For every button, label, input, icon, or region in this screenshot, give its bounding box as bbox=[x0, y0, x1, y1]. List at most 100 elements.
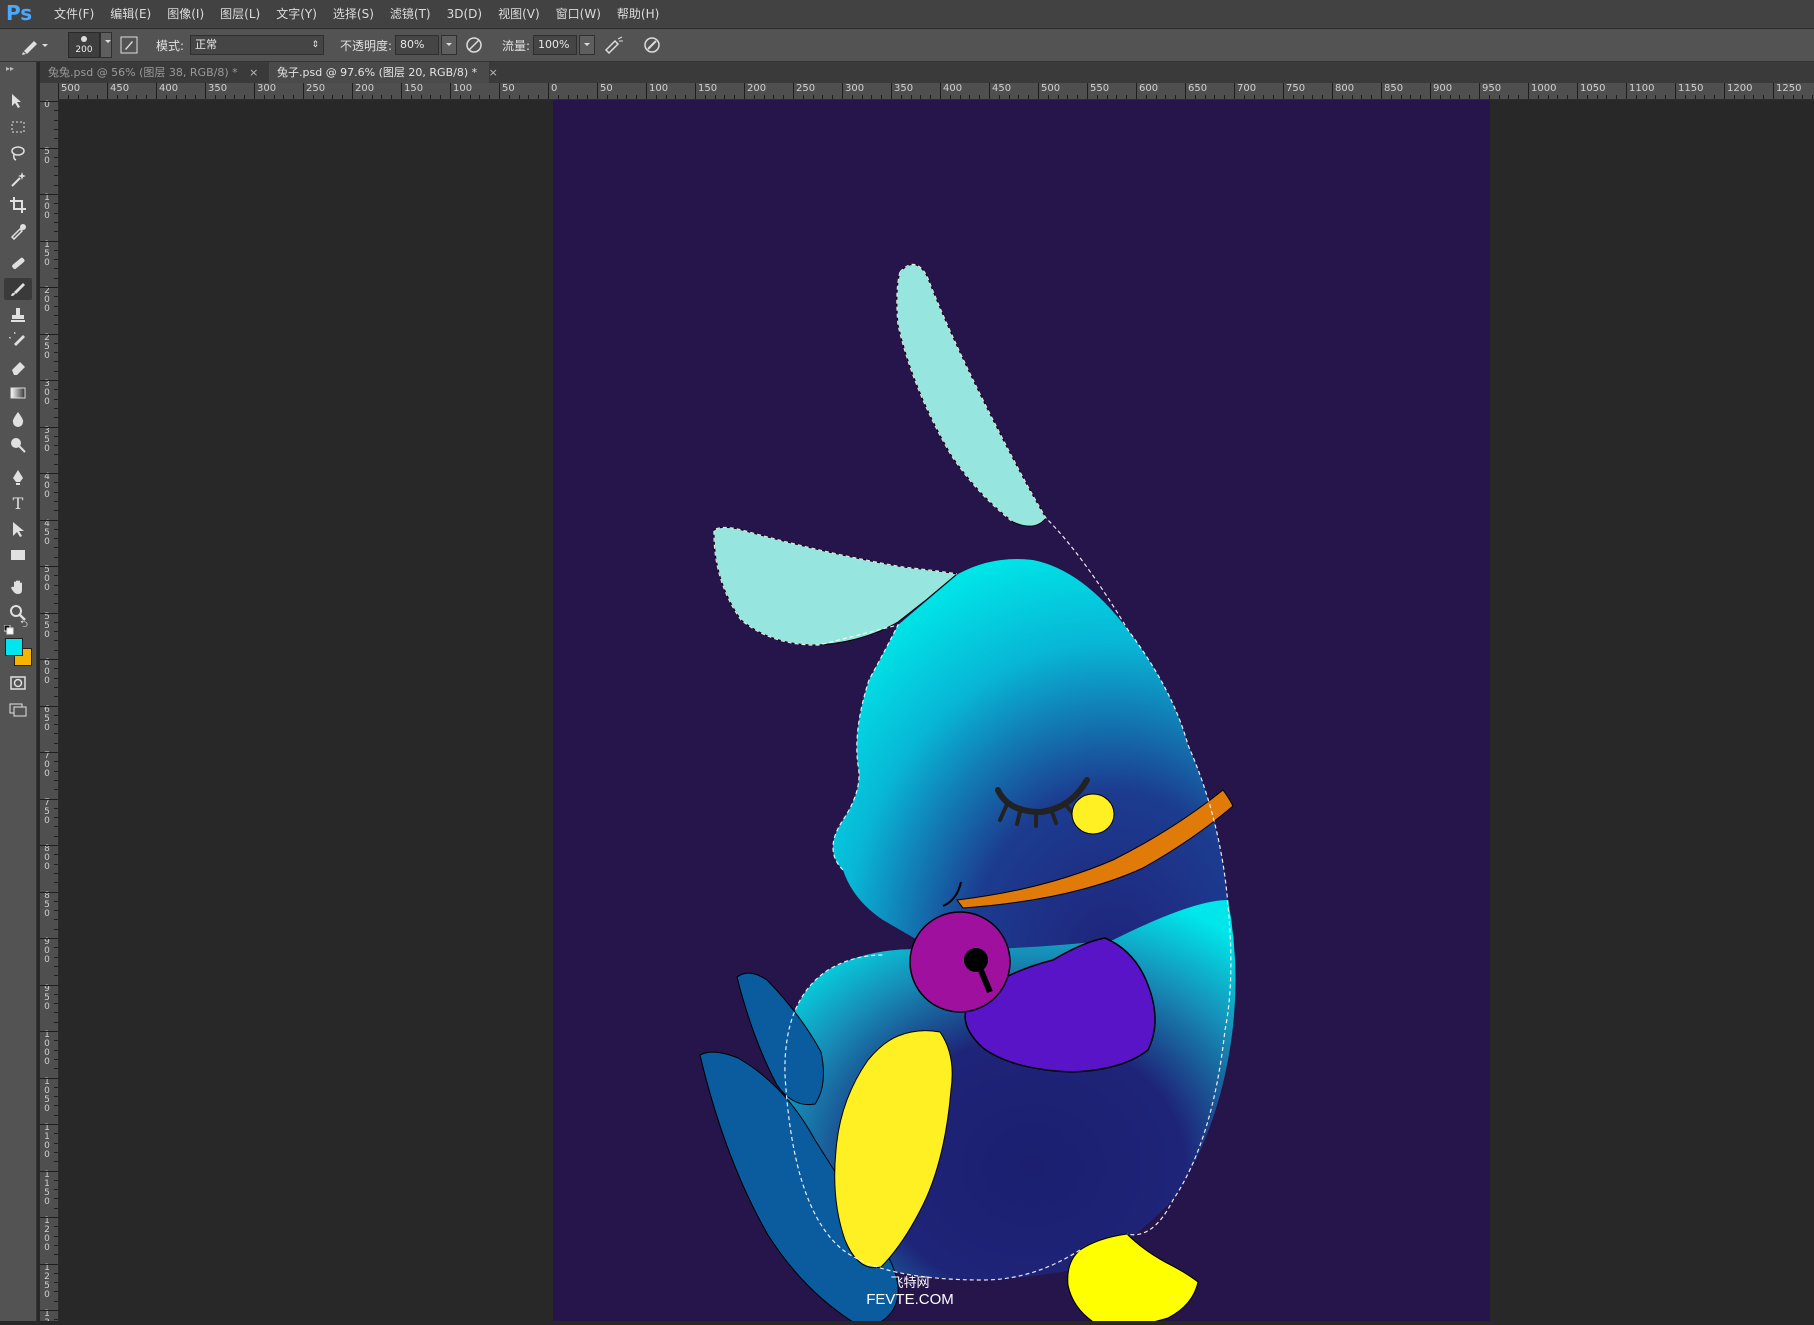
hand-tool-icon[interactable] bbox=[4, 576, 32, 598]
ruler-minor-tick bbox=[812, 95, 814, 99]
lasso-tool-icon[interactable] bbox=[4, 142, 32, 164]
clone-stamp-icon[interactable] bbox=[4, 304, 32, 326]
ruler-minor-tick bbox=[54, 631, 58, 633]
ruler-major-tick bbox=[40, 1170, 58, 1172]
pen-tool-icon[interactable] bbox=[4, 466, 32, 488]
menu-layer[interactable]: 图层(L) bbox=[212, 0, 268, 28]
ruler-minor-tick bbox=[636, 95, 638, 99]
horizontal-ruler[interactable]: 500 450 400 350 300 250 200 150 100 50 0 50 100 150 20… bbox=[58, 83, 1814, 100]
foreground-color-swatch[interactable] bbox=[5, 638, 23, 656]
ruler-label: 150 bbox=[404, 83, 424, 94]
ruler-minor-tick bbox=[322, 95, 324, 99]
ruler-major-tick bbox=[1479, 83, 1480, 99]
ruler-major-tick bbox=[40, 473, 58, 474]
flow-dropdown[interactable] bbox=[579, 35, 596, 55]
ruler-origin[interactable] bbox=[40, 83, 58, 99]
rectangle-tool-icon[interactable] bbox=[4, 544, 32, 566]
quick-mask-icon[interactable] bbox=[4, 672, 32, 694]
ruler-label: 1000 bbox=[44, 1030, 50, 1067]
ruler-minor-tick bbox=[881, 95, 883, 99]
ruler-minor-tick bbox=[54, 1244, 58, 1246]
menu-type[interactable]: 文字(Y) bbox=[268, 0, 325, 28]
ruler-minor-tick bbox=[54, 603, 58, 605]
ruler-minor-tick bbox=[469, 95, 471, 99]
ruler-major-tick bbox=[40, 705, 58, 707]
menu-help[interactable]: 帮助(H) bbox=[609, 0, 667, 28]
healing-brush-icon[interactable] bbox=[4, 252, 32, 274]
ruler-minor-tick bbox=[440, 95, 442, 99]
ruler-minor-tick bbox=[54, 686, 58, 688]
menu-3d[interactable]: 3D(D) bbox=[439, 0, 490, 28]
type-tool-icon[interactable]: T bbox=[4, 492, 32, 514]
menu-filter[interactable]: 滤镜(T) bbox=[382, 0, 439, 28]
path-selection-icon[interactable] bbox=[4, 518, 32, 540]
menu-select[interactable]: 选择(S) bbox=[325, 0, 382, 28]
opacity-label: 不透明度: bbox=[340, 38, 393, 53]
ruler-label: 1250 bbox=[44, 1262, 50, 1300]
dodge-tool-icon[interactable] bbox=[4, 434, 32, 456]
pressure-size-toggle[interactable] bbox=[642, 29, 662, 61]
tab-tuzi-psd[interactable]: 兔子.psd @ 97.6% (图层 20, RGB/8) * × bbox=[269, 62, 498, 83]
ruler-minor-tick bbox=[54, 1151, 58, 1153]
ruler-label: 400 bbox=[943, 83, 963, 94]
ruler-minor-tick bbox=[54, 314, 58, 316]
menu-view[interactable]: 视图(V) bbox=[490, 0, 548, 28]
tool-preset-picker[interactable] bbox=[20, 29, 50, 61]
eyedropper-icon[interactable] bbox=[4, 220, 32, 242]
close-icon[interactable]: × bbox=[249, 66, 258, 79]
mode-label: 模式: bbox=[156, 38, 185, 53]
gradient-tool-icon[interactable] bbox=[4, 382, 32, 404]
eraser-icon[interactable] bbox=[4, 356, 32, 378]
ruler-minor-tick bbox=[54, 1142, 58, 1144]
flow-input[interactable]: 100% bbox=[533, 35, 578, 55]
screen-mode-icon[interactable] bbox=[4, 698, 32, 720]
ruler-minor-tick bbox=[54, 1058, 58, 1060]
ruler-minor-tick bbox=[54, 807, 58, 809]
ruler-label: 800 bbox=[44, 844, 50, 872]
ruler-minor-tick bbox=[87, 95, 89, 99]
panel-collapse-icon[interactable]: ▸▸ bbox=[6, 64, 14, 73]
ruler-minor-tick bbox=[77, 95, 79, 99]
crop-tool-icon[interactable] bbox=[4, 194, 32, 216]
ruler-major-tick bbox=[40, 101, 58, 102]
menu-window[interactable]: 窗口(W) bbox=[548, 0, 609, 28]
opacity-dropdown[interactable] bbox=[441, 35, 458, 55]
document-tabs: 兔兔.psd @ 56% (图层 38, RGB/8) * × 兔子.psd @… bbox=[40, 62, 1814, 83]
menu-edit[interactable]: 编辑(E) bbox=[102, 0, 159, 28]
ruler-major-tick bbox=[107, 83, 108, 99]
brush-size-picker[interactable]: 200 bbox=[68, 29, 112, 61]
move-tool-icon[interactable] bbox=[4, 90, 32, 112]
ruler-minor-tick bbox=[910, 95, 912, 99]
tab-tutu-psd[interactable]: 兔兔.psd @ 56% (图层 38, RGB/8) * × bbox=[40, 62, 303, 83]
brush-panel-toggle[interactable] bbox=[120, 29, 138, 61]
ruler-label: 450 bbox=[44, 518, 50, 547]
airbrush-toggle[interactable] bbox=[603, 29, 625, 61]
ruler-minor-tick bbox=[54, 779, 58, 781]
magic-wand-icon[interactable] bbox=[4, 168, 32, 190]
vertical-ruler[interactable]: 0 50 100 150 200 250 300 350 400 450 500 550 600 650 7… bbox=[40, 99, 59, 1321]
menu-file[interactable]: 文件(F) bbox=[46, 0, 102, 28]
brush-size-dropdown[interactable] bbox=[100, 32, 112, 58]
pressure-opacity-toggle[interactable] bbox=[464, 29, 484, 61]
close-icon[interactable]: × bbox=[489, 66, 498, 79]
menu-image[interactable]: 图像(I) bbox=[159, 0, 212, 28]
ruler-major-tick bbox=[695, 83, 696, 99]
brush-tool-icon[interactable] bbox=[4, 278, 32, 300]
ear-back bbox=[896, 264, 1047, 527]
marquee-tool-icon[interactable] bbox=[4, 116, 32, 138]
ruler-label: 850 bbox=[1384, 83, 1404, 94]
ruler-minor-tick bbox=[54, 1282, 58, 1284]
document-canvas[interactable] bbox=[553, 100, 1490, 1325]
ruler-minor-tick bbox=[1067, 95, 1069, 99]
swap-colors-icon[interactable]: ⮌ bbox=[20, 619, 32, 631]
ruler-minor-tick bbox=[54, 1068, 58, 1070]
ruler-major-tick bbox=[40, 426, 58, 428]
opacity-input[interactable]: 80% bbox=[395, 35, 440, 55]
ruler-minor-tick bbox=[832, 95, 834, 99]
ruler-label: 550 bbox=[1090, 83, 1110, 94]
default-colors-icon[interactable] bbox=[3, 620, 14, 635]
blur-tool-icon[interactable] bbox=[4, 408, 32, 430]
mode-select[interactable]: 正常 ⇕ bbox=[190, 35, 325, 55]
ruler-major-tick bbox=[40, 380, 58, 381]
history-brush-icon[interactable] bbox=[4, 330, 32, 352]
